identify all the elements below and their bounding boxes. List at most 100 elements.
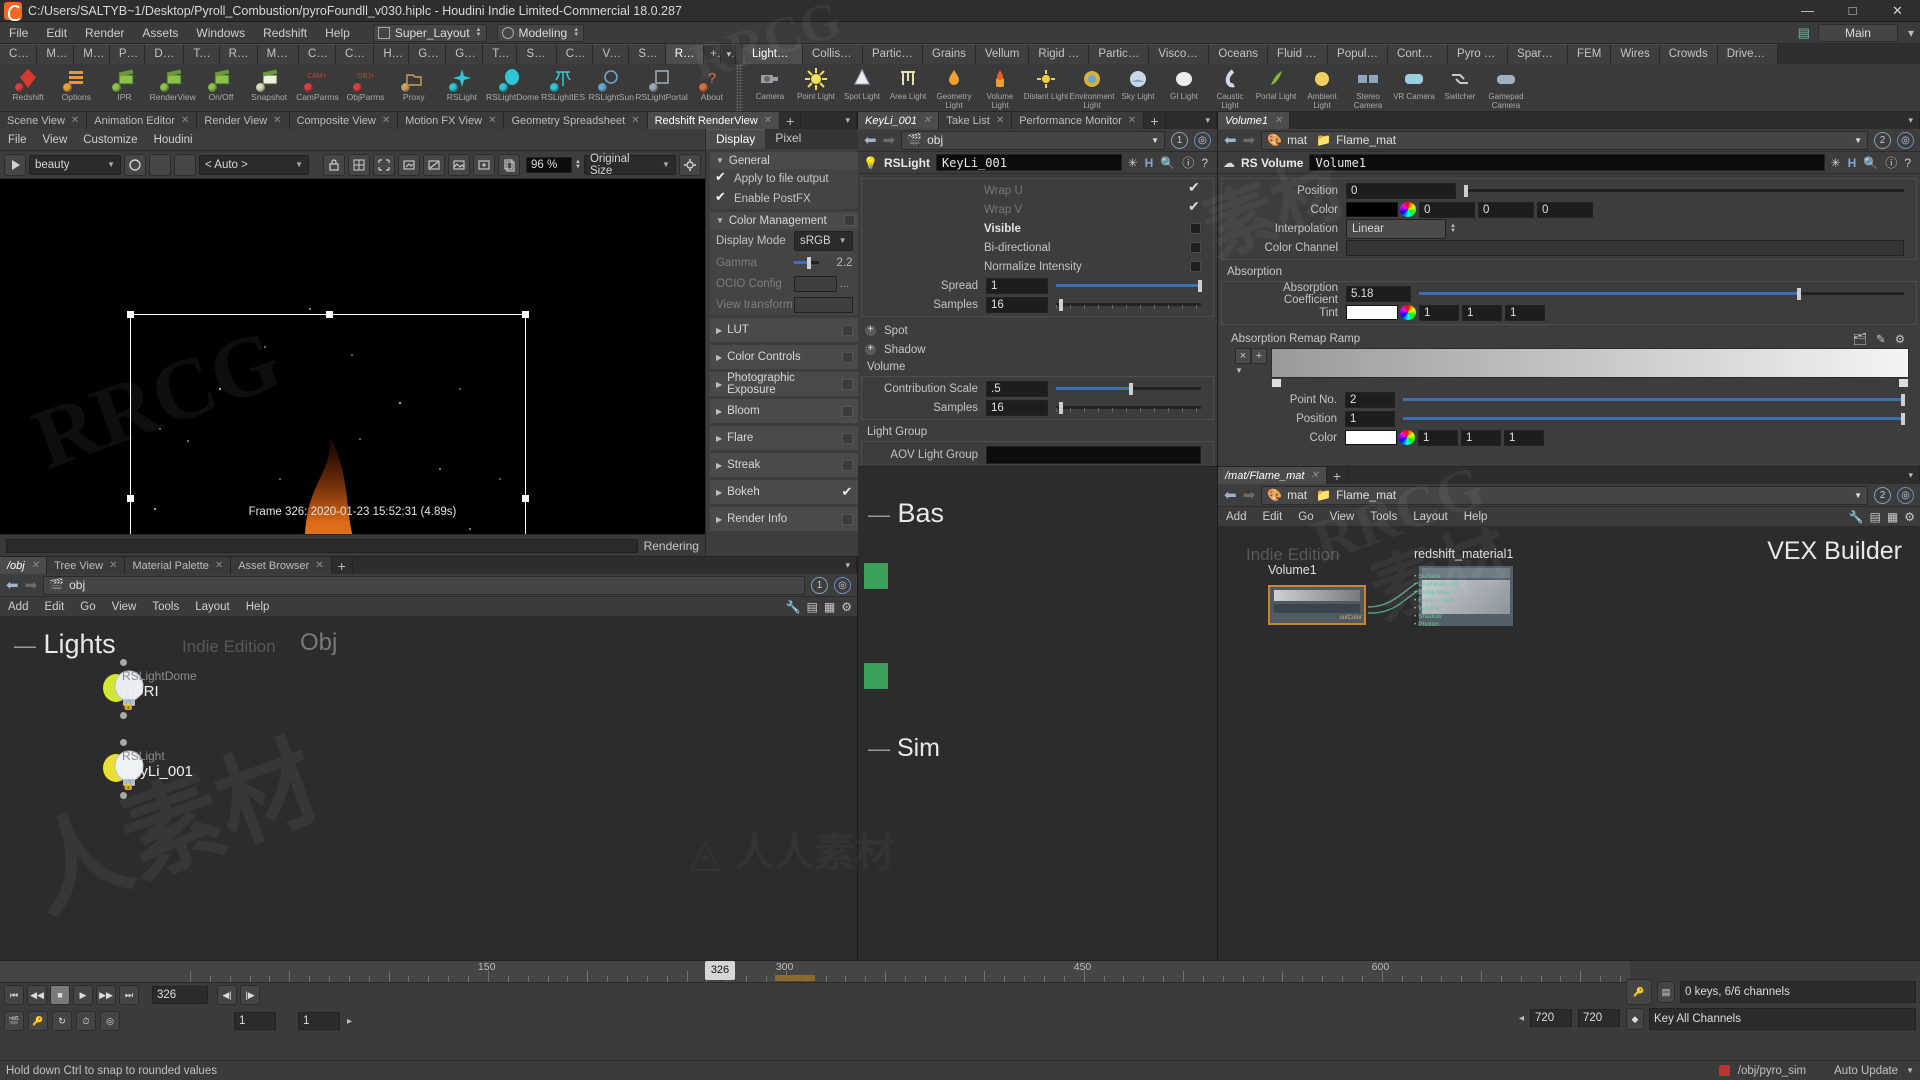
light-info-icon[interactable]: 1 (1171, 132, 1188, 149)
settings-gear-icon[interactable] (679, 154, 701, 176)
shelf-item-redshift[interactable]: Redshift (4, 64, 52, 102)
interpolation-spinner-icon[interactable]: ▲▼ (1450, 224, 1456, 234)
fit-icon[interactable] (398, 154, 420, 176)
shelf-item-geometry-light[interactable]: Geometry Light (931, 64, 977, 110)
samples-slider[interactable] (1056, 298, 1201, 312)
panel-tab-volume1[interactable]: Volume1✕ (1218, 112, 1290, 129)
spread-slider[interactable] (1056, 279, 1201, 293)
snapshot-add-icon[interactable] (473, 154, 495, 176)
shelf-tab-17[interactable]: Drive Sim... (1718, 44, 1778, 64)
realtime-icon[interactable]: ⏱ (76, 1011, 96, 1031)
frame-fwd-button[interactable]: |▶ (240, 985, 260, 1005)
volume-search-icon[interactable]: 🔍 (1863, 156, 1878, 170)
matnet-menu-layout[interactable]: Layout (1405, 511, 1456, 523)
shelf-tab-17[interactable]: Side... (629, 44, 665, 64)
port-shadow[interactable]: • Shadow (1414, 613, 1457, 621)
port-displacement[interactable]: • Displacement (1414, 581, 1457, 589)
menu-file[interactable]: File (0, 22, 37, 44)
tab-pixel[interactable]: Pixel (765, 129, 811, 149)
panel-menu-icon[interactable]: ▾ (839, 557, 857, 574)
shelf-item-point-light[interactable]: Point Light (793, 64, 839, 102)
shelf-item-gi-light[interactable]: GI Light (1161, 64, 1207, 102)
shelf-tab-14[interactable]: FEM (1568, 44, 1611, 64)
shelf-item-rslightdome[interactable]: RSLightDome (486, 64, 539, 102)
key-all-channels-label[interactable]: Key All Channels (1649, 1008, 1916, 1030)
shelf-tab-15[interactable]: Wires (1611, 44, 1659, 64)
matnet-menu-tools[interactable]: Tools (1362, 511, 1405, 523)
shelf-tab-4[interactable]: Deform (145, 44, 184, 64)
objnet-menu-tools[interactable]: Tools (144, 601, 187, 613)
panel-tab-close-icon[interactable]: ✕ (315, 560, 323, 571)
shelf-item-ambient-light[interactable]: Ambient Light (1299, 64, 1345, 110)
panel-tab-material-palette[interactable]: Material Palette✕ (125, 557, 231, 574)
node-hdri-output[interactable] (120, 712, 127, 719)
volume-help-icon[interactable]: ? (1904, 156, 1911, 170)
green-node-1[interactable] (863, 562, 889, 590)
light-row-visible[interactable]: Visible (862, 219, 1213, 238)
frame-back-button[interactable]: ◀| (217, 985, 237, 1005)
port-volume[interactable]: • Volume (1414, 605, 1457, 613)
shelf-item-switcher[interactable]: Switcher (1437, 64, 1483, 102)
tint-r-field[interactable]: 1 (1419, 305, 1459, 321)
shelf-tab-2[interactable]: Particles (863, 44, 923, 64)
cm-preset-icon[interactable] (844, 215, 855, 226)
point-no-field[interactable]: 2 (1345, 392, 1395, 408)
auto-update-caret-icon[interactable]: ▼ (1906, 1066, 1914, 1075)
rv-menu-view[interactable]: View (35, 134, 76, 146)
green-node-2[interactable] (863, 662, 889, 690)
ocio-browse-button[interactable]: ... (837, 278, 853, 290)
menubar-overflow-icon[interactable]: ▾ (1908, 26, 1914, 40)
range-end-field[interactable]: 720 (1530, 1009, 1572, 1027)
shelf-item-spot-light[interactable]: Spot Light (839, 64, 885, 102)
color-r-field[interactable]: 0 (1419, 202, 1475, 218)
play-render-icon[interactable] (4, 154, 26, 176)
tint-g-field[interactable]: 1 (1462, 305, 1502, 321)
section-enable-checkbox[interactable] (842, 379, 853, 390)
volume-forward-icon[interactable]: ➡ (1243, 131, 1256, 149)
shelf-item-renderview[interactable]: RenderView (149, 64, 197, 102)
color-g-field[interactable]: 0 (1478, 202, 1534, 218)
position-slider[interactable] (1464, 184, 1904, 198)
mat-network-canvas[interactable]: Indie Edition VEX Builder outColor Volum… (1218, 527, 1920, 960)
crop-handle-mr[interactable] (522, 495, 529, 502)
ramp-add-button[interactable]: + (1251, 348, 1267, 364)
mat-target-icon[interactable]: ◎ (1897, 487, 1914, 504)
crop-handle-tl[interactable] (127, 311, 134, 318)
panel-tab-close-icon[interactable]: ✕ (382, 115, 390, 126)
mat-info-icon[interactable]: 2 (1874, 487, 1891, 504)
obj-path-field[interactable]: 🎬 obj (43, 576, 805, 595)
menu-render[interactable]: Render (76, 22, 133, 44)
objnet-menu-layout[interactable]: Layout (187, 601, 238, 613)
port-bump-map[interactable]: • Bump Map (1414, 589, 1457, 597)
apply-to-file-output-row[interactable]: Apply to file output (710, 169, 859, 189)
shelf-item-volume-light[interactable]: Volume Light (977, 64, 1023, 110)
objnet-list-icon[interactable]: ▤ (807, 600, 818, 614)
shelf-tab-15[interactable]: Clou... (557, 44, 594, 64)
desktop-selector[interactable]: Super_Layout ▲▼ (373, 24, 487, 42)
shelf-item-snapshot[interactable]: Snapshot (245, 64, 293, 102)
shelf-tab-6[interactable]: Particle Fl... (1089, 44, 1149, 64)
menu-windows[interactable]: Windows (187, 22, 254, 44)
ab-swap-icon[interactable] (174, 154, 196, 176)
panel-tab--obj[interactable]: /obj✕ (0, 557, 47, 574)
light-forward-icon[interactable]: ➡ (883, 131, 896, 149)
auto-update-label[interactable]: Auto Update (1834, 1065, 1898, 1077)
panel-tab-close-icon[interactable]: ✕ (1274, 115, 1282, 126)
section-header[interactable]: ▶LUT (710, 318, 859, 342)
forward-arrow-icon[interactable]: ➡ (25, 576, 38, 594)
back-arrow-icon[interactable]: ⬅ (6, 576, 19, 594)
shelf-tab-13[interactable]: Terr... (483, 44, 517, 64)
shadow-expand-icon[interactable]: + (865, 344, 876, 355)
enable-postfx-checkbox[interactable] (716, 194, 727, 205)
panel-tab-close-icon[interactable]: ✕ (923, 115, 931, 126)
shelf-item-rslighties[interactable]: RSLightIES (539, 64, 587, 102)
shelf-tab-10[interactable]: Hair... (374, 44, 409, 64)
panel-tab-close-icon[interactable]: ✕ (764, 115, 772, 126)
panel-tab-composite-view[interactable]: Composite View✕ (290, 112, 399, 129)
light-row-bi-directional[interactable]: Bi-directional (862, 238, 1213, 257)
panel-tab-animation-editor[interactable]: Animation Editor✕ (87, 112, 197, 129)
panel-menu-icon[interactable]: ▾ (839, 112, 857, 129)
shelf-tab-0[interactable]: Create (0, 44, 37, 64)
section-header[interactable]: ▶Photographic Exposure (710, 372, 859, 396)
point-no-slider[interactable] (1403, 393, 1905, 407)
